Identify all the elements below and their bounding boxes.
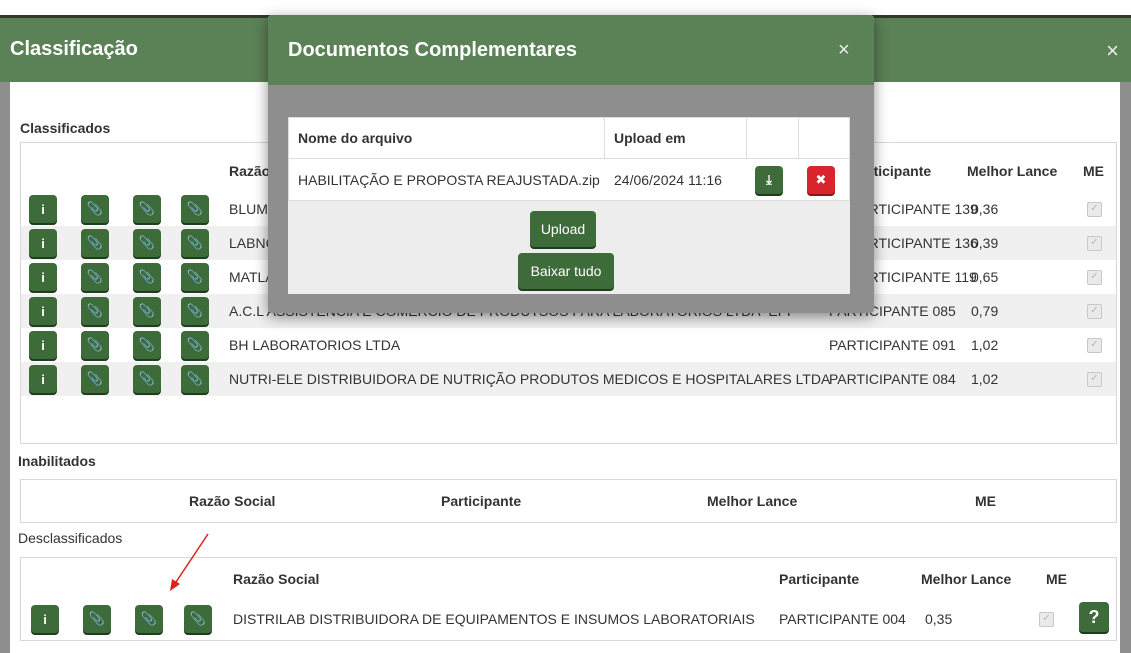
close-icon[interactable]: ×: [1106, 38, 1119, 64]
paperclip-icon[interactable]: 📎: [184, 605, 212, 633]
paperclip-icon[interactable]: 📎: [181, 365, 209, 393]
melhor-lance: 0,39: [971, 235, 999, 251]
desclassificados-label: Desclassificados: [18, 530, 123, 546]
participante: PARTICIPANTE 084: [829, 371, 956, 387]
paperclip-icon[interactable]: 📎: [81, 297, 109, 325]
dialog-content: Nome do arquivo Upload em HABILITAÇÃO E …: [288, 117, 850, 294]
baixar-tudo-button[interactable]: Baixar tudo: [518, 253, 614, 289]
classificados-label: Classificados: [20, 120, 111, 136]
paperclip-icon[interactable]: 📎: [81, 365, 109, 393]
melhor-lance: 0,79: [971, 303, 999, 319]
info-icon[interactable]: i: [29, 195, 57, 223]
help-button[interactable]: ?: [1079, 602, 1109, 632]
file-upload-date: 24/06/2024 11:16: [614, 172, 722, 188]
melhor-lance: 1,02: [971, 371, 999, 387]
me-checkbox[interactable]: ✓: [1087, 270, 1102, 285]
me-checkbox[interactable]: ✓: [1039, 612, 1054, 627]
paperclip-icon[interactable]: 📎: [181, 331, 209, 359]
me-checkbox[interactable]: ✓: [1087, 202, 1102, 217]
close-icon[interactable]: ×: [838, 39, 850, 62]
razao-social: DISTRILAB DISTRIBUIDORA DE EQUIPAMENTOS …: [233, 611, 755, 627]
paperclip-icon[interactable]: 📎: [133, 365, 161, 393]
paperclip-icon[interactable]: 📎: [181, 263, 209, 291]
paperclip-icon[interactable]: 📎: [181, 195, 209, 223]
me-checkbox[interactable]: ✓: [1087, 304, 1102, 319]
table-row: i 📎 📎 📎 DISTRILAB DISTRIBUIDORA DE EQUIP…: [21, 602, 1116, 636]
paperclip-icon[interactable]: 📎: [133, 331, 161, 359]
header-participante: Participante: [441, 493, 522, 509]
participante: PARTICIPANTE 004: [779, 611, 906, 627]
documentos-complementares-dialog: Documentos Complementares × Nome do arqu…: [268, 15, 874, 313]
file-name: HABILITAÇÃO E PROPOSTA REAJUSTADA.zip: [298, 172, 600, 188]
header-razao-social: Razão Social: [233, 571, 320, 587]
header-melhor-lance: Melhor Lance: [707, 493, 798, 509]
melhor-lance: 0,36: [971, 201, 999, 217]
paperclip-icon[interactable]: 📎: [133, 297, 161, 325]
melhor-lance: 0,35: [925, 611, 953, 627]
paperclip-icon[interactable]: 📎: [133, 195, 161, 223]
classificacao-title: Classificação: [10, 38, 138, 60]
delete-icon[interactable]: ✖: [807, 166, 835, 194]
header-melhor-lance: Melhor Lance: [921, 571, 1012, 587]
inabilitados-table: Razão Social Participante Melhor Lance M…: [20, 479, 1117, 523]
header-me: ME: [1083, 163, 1104, 179]
files-table-header: Nome do arquivo Upload em: [288, 117, 850, 159]
header-razao-social: Razão Social: [189, 493, 276, 509]
paperclip-icon[interactable]: 📎: [81, 229, 109, 257]
paperclip-icon[interactable]: 📎: [133, 229, 161, 257]
me-checkbox[interactable]: ✓: [1087, 338, 1102, 353]
paperclip-icon[interactable]: 📎: [83, 605, 111, 633]
razao-social: NUTRI-ELE DISTRIBUIDORA DE NUTRIÇÃO PROD…: [229, 371, 831, 387]
header-me: ME: [1046, 571, 1067, 587]
upload-button[interactable]: Upload: [530, 211, 596, 247]
dialog-body: Nome do arquivo Upload em HABILITAÇÃO E …: [268, 85, 874, 313]
paperclip-icon[interactable]: 📎: [81, 331, 109, 359]
dialog-title: Documentos Complementares: [288, 39, 577, 61]
info-icon[interactable]: i: [29, 331, 57, 359]
inabilitados-label: Inabilitados: [18, 453, 96, 469]
table-row: i 📎 📎 📎 BH LABORATORIOS LTDA PARTICIPANT…: [21, 328, 1116, 362]
dialog-header: Documentos Complementares ×: [268, 15, 874, 85]
melhor-lance: 1,02: [971, 337, 999, 353]
download-icon[interactable]: ⤓: [755, 166, 783, 194]
info-icon[interactable]: i: [29, 365, 57, 393]
participante: PARTICIPANTE 091: [829, 337, 956, 353]
paperclip-icon[interactable]: 📎: [81, 263, 109, 291]
desclassificados-table: Razão Social Participante Melhor Lance M…: [20, 557, 1117, 641]
paperclip-icon[interactable]: 📎: [181, 229, 209, 257]
header-upload-em: Upload em: [614, 130, 686, 146]
header-participante: Participante: [779, 571, 860, 587]
table-row: i 📎 📎 📎 NUTRI-ELE DISTRIBUIDORA DE NUTRI…: [21, 362, 1116, 396]
me-checkbox[interactable]: ✓: [1087, 372, 1102, 387]
info-icon[interactable]: i: [29, 263, 57, 291]
paperclip-icon[interactable]: 📎: [133, 263, 161, 291]
razao-social: BH LABORATORIOS LTDA: [229, 337, 401, 353]
info-icon[interactable]: i: [29, 297, 57, 325]
paperclip-icon[interactable]: 📎: [135, 605, 163, 633]
header-nome-arquivo: Nome do arquivo: [298, 130, 413, 146]
header-me: ME: [975, 493, 996, 509]
header-melhor-lance: Melhor Lance: [967, 163, 1058, 179]
info-icon[interactable]: i: [29, 229, 57, 257]
table-row: HABILITAÇÃO E PROPOSTA REAJUSTADA.zip 24…: [288, 159, 850, 201]
paperclip-icon[interactable]: 📎: [181, 297, 209, 325]
melhor-lance: 0,65: [971, 269, 999, 285]
paperclip-icon[interactable]: 📎: [81, 195, 109, 223]
info-icon[interactable]: i: [31, 605, 59, 633]
me-checkbox[interactable]: ✓: [1087, 236, 1102, 251]
